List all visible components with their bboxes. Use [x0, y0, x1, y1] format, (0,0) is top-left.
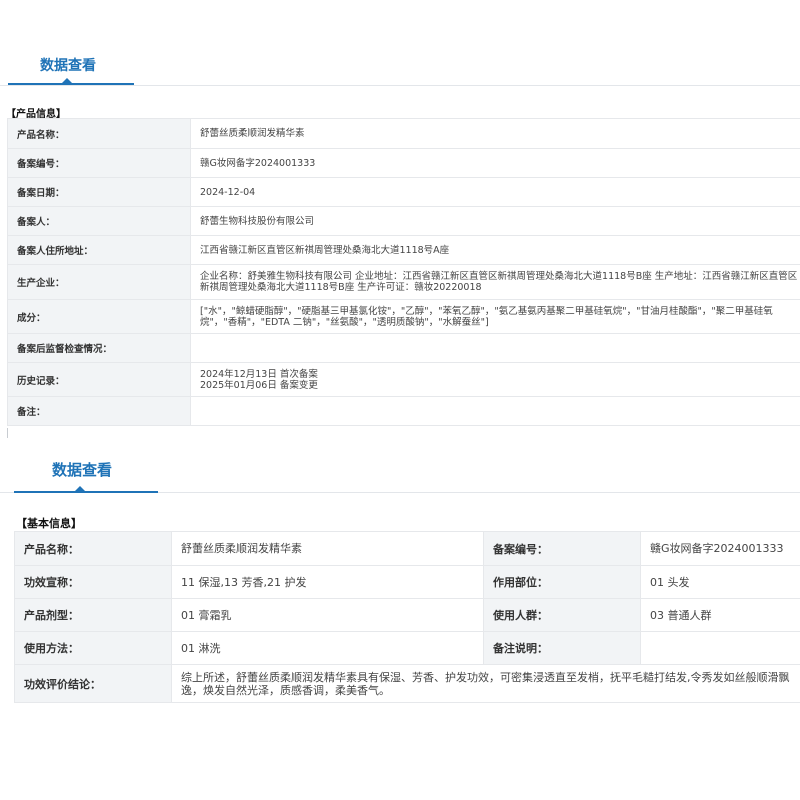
table-row: 使用方法： 01 淋洗 备注说明： [14, 631, 800, 665]
panel1-tab-underline [8, 83, 134, 85]
cell-label: 备案编号： [483, 531, 641, 566]
row-label: 备案编号： [7, 148, 191, 178]
cell-value: 11 保湿,13 芳香,21 护发 [171, 565, 484, 599]
table-row: 生产企业： 企业名称：舒美雅生物科技有限公司 企业地址：江西省赣江新区直管区新祺… [7, 264, 800, 300]
row-value: 江西省赣江新区直管区新祺周管理处桑海北大道1118号A座 [190, 235, 800, 265]
row-value: 赣G妆网备字2024001333 [190, 148, 800, 178]
table-row: 备案编号： 赣G妆网备字2024001333 [7, 148, 800, 178]
panel1-tab-caret [62, 78, 72, 83]
table-row: 功效宣称： 11 保湿,13 芳香,21 护发 作用部位： 01 头发 [14, 565, 800, 599]
cell-value: 03 普通人群 [640, 598, 800, 632]
row-label: 产品名称： [7, 118, 191, 149]
row-value: 2024-12-04 [190, 177, 800, 207]
cell-label: 产品名称： [14, 531, 172, 566]
table-row: 历史记录： 2024年12月13日 首次备案 2025年01月06日 备案变更 [7, 362, 800, 397]
basic-info-table: 产品名称： 舒蕾丝质柔顺润发精华素 备案编号： 赣G妆网备字2024001333… [14, 531, 800, 703]
cell-value: 01 膏霜乳 [171, 598, 484, 632]
cell-value [640, 631, 800, 665]
row-label: 备案人住所地址： [7, 235, 191, 265]
cell-label: 作用部位： [483, 565, 641, 599]
panel2-tab-bar [0, 446, 800, 493]
panel2-section-title: 【基本信息】 [16, 517, 82, 530]
table-row: 产品剂型： 01 膏霜乳 使用人群： 03 普通人群 [14, 598, 800, 632]
panel2-tab-caret [75, 486, 85, 491]
cell-label: 备注说明： [483, 631, 641, 665]
cell-value: 赣G妆网备字2024001333 [640, 531, 800, 566]
panel1-tab-bar [0, 38, 800, 86]
panel1-tab-data-view[interactable]: 数据查看 [40, 55, 96, 75]
table-row: 产品名称： 舒蕾丝质柔顺润发精华素 备案编号： 赣G妆网备字2024001333 [14, 531, 800, 566]
table-row: 备案人： 舒蕾生物科技股份有限公司 [7, 206, 800, 236]
panel-separator-line [7, 428, 8, 438]
table-row: 备案日期： 2024-12-04 [7, 177, 800, 207]
panel2-tab-data-view[interactable]: 数据查看 [52, 459, 112, 480]
cell-label: 使用人群： [483, 598, 641, 632]
row-label: 历史记录： [7, 362, 191, 397]
row-value [190, 396, 800, 426]
table-row: 成分： ["水"，"鲸蜡硬脂醇"，"硬脂基三甲基氯化铵"，"乙醇"，"苯氧乙醇"… [7, 299, 800, 334]
history-value: 2024年12月13日 首次备案 2025年01月06日 备案变更 [190, 362, 800, 397]
row-value: 舒蕾生物科技股份有限公司 [190, 206, 800, 236]
row-label: 成分： [7, 299, 191, 334]
history-entry: 2024年12月13日 首次备案 [200, 368, 318, 380]
table-row: 功效评价结论： 综上所述，舒蕾丝质柔顺润发精华素具有保湿、芳香、护发功效，可密集… [14, 664, 800, 703]
row-value: ["水"，"鲸蜡硬脂醇"，"硬脂基三甲基氯化铵"，"乙醇"，"苯氧乙醇"，"氨乙… [190, 299, 800, 334]
table-row: 产品名称： 舒蕾丝质柔顺润发精华素 [7, 118, 800, 149]
row-label: 备注： [7, 396, 191, 426]
row-value: 舒蕾丝质柔顺润发精华素 [190, 118, 800, 149]
product-info-table: 产品名称： 舒蕾丝质柔顺润发精华素 备案编号： 赣G妆网备字2024001333… [7, 118, 800, 426]
panel2-tab-underline [14, 491, 158, 493]
cell-value: 01 淋洗 [171, 631, 484, 665]
row-label: 生产企业： [7, 264, 191, 300]
row-value [190, 333, 800, 363]
table-row: 备案后监督检查情况： [7, 333, 800, 363]
row-label: 备案人： [7, 206, 191, 236]
table-row: 备注： [7, 396, 800, 426]
conclusion-value: 综上所述，舒蕾丝质柔顺润发精华素具有保湿、芳香、护发功效，可密集浸透直至发梢，抚… [171, 664, 800, 703]
cell-label: 功效宣称： [14, 565, 172, 599]
cell-value: 舒蕾丝质柔顺润发精华素 [171, 531, 484, 566]
cell-label: 产品剂型： [14, 598, 172, 632]
row-label: 备案后监督检查情况： [7, 333, 191, 363]
cell-label: 使用方法： [14, 631, 172, 665]
table-row: 备案人住所地址： 江西省赣江新区直管区新祺周管理处桑海北大道1118号A座 [7, 235, 800, 265]
row-label: 备案日期： [7, 177, 191, 207]
conclusion-label: 功效评价结论： [14, 664, 172, 703]
cell-value: 01 头发 [640, 565, 800, 599]
history-entry: 2025年01月06日 备案变更 [200, 379, 318, 391]
row-value: 企业名称：舒美雅生物科技有限公司 企业地址：江西省赣江新区直管区新祺周管理处桑海… [190, 264, 800, 300]
